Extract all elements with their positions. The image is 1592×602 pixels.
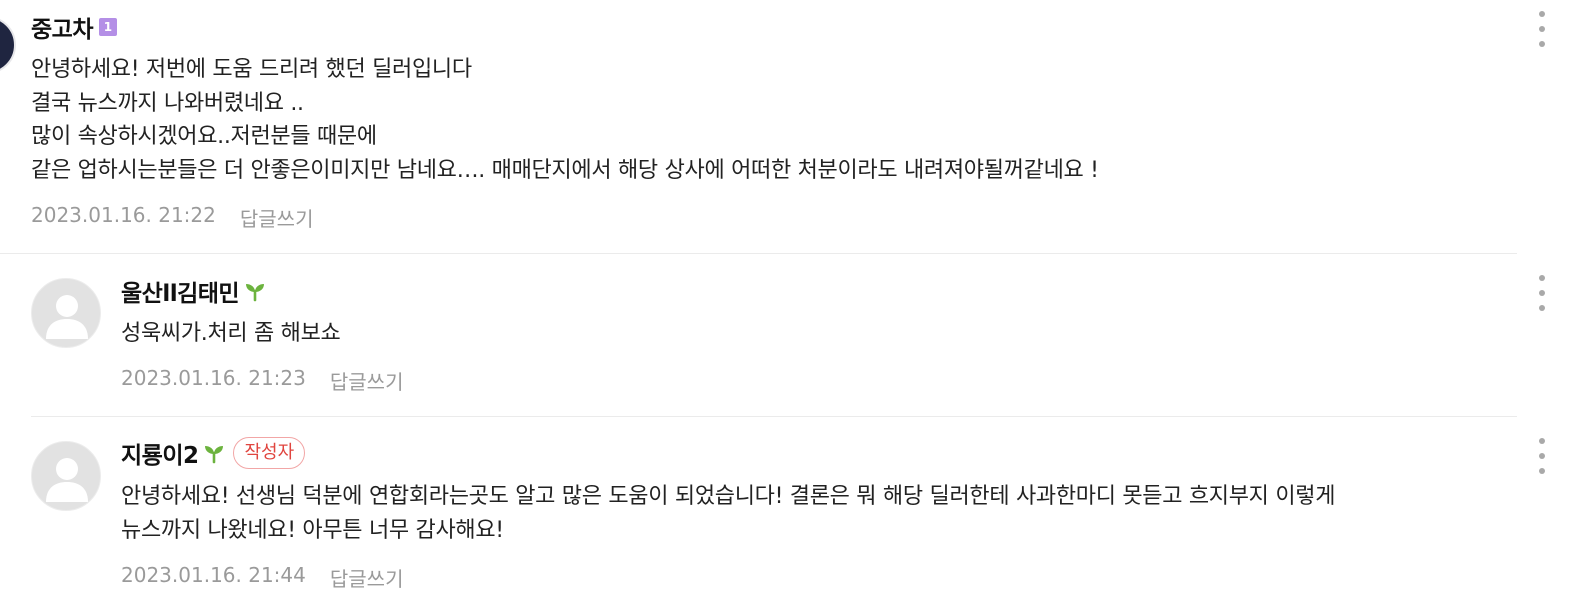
nickname[interactable]: 지룡이2	[121, 436, 199, 470]
comment-item: 울산ll김태민 성욱씨가.처리 좀 해보쇼 2023.01.16. 21:23 …	[0, 254, 1560, 417]
comment-text: 안녕하세요! 선생님 덕분에 연합회라는곳도 알고 많은 도움이 되었습니다! …	[121, 484, 1336, 543]
comment-meta: 2023.01.16. 21:44 답글쓰기	[121, 563, 403, 592]
comment-text: 안녕하세요! 저번에 도움 드리려 했던 딜러입니다 결국 뉴스까지 나와버렸네…	[31, 57, 1099, 183]
comment-header: 중고차 1	[31, 10, 117, 44]
comment-date: 2023.01.16. 21:44	[121, 563, 306, 587]
comment-header: 울산ll김태민	[121, 274, 266, 308]
comment-text: 성욱씨가.처리 좀 해보쇼	[121, 321, 341, 346]
reply-button[interactable]: 답글쓰기	[330, 366, 404, 395]
sprout-icon	[205, 446, 224, 464]
comment-item: 중고차 1 안녕하세요! 저번에 도움 드리려 했던 딜러입니다 결국 뉴스까지…	[0, 0, 1560, 254]
reply-button[interactable]: 답글쓰기	[240, 203, 314, 232]
sprout-icon	[246, 284, 265, 302]
nickname[interactable]: 울산ll김태민	[121, 274, 240, 308]
default-profile-icon	[46, 458, 88, 502]
default-profile-icon	[46, 295, 88, 339]
comment-item: 지룡이2 작성자 안녕하세요! 선생님 덕분에 연합회라는곳도 알고 많은 도움…	[0, 417, 1560, 602]
avatar[interactable]	[0, 16, 16, 74]
avatar[interactable]	[31, 441, 101, 511]
comment-date: 2023.01.16. 21:23	[121, 366, 306, 390]
author-badge: 작성자	[233, 437, 306, 469]
more-options-icon[interactable]	[1530, 438, 1554, 474]
comment-meta: 2023.01.16. 21:23 답글쓰기	[121, 366, 403, 395]
comment-header: 지룡이2 작성자	[121, 436, 306, 470]
reply-button[interactable]: 답글쓰기	[330, 563, 404, 592]
more-options-icon[interactable]	[1530, 11, 1554, 47]
comment-meta: 2023.01.16. 21:22 답글쓰기	[31, 203, 313, 232]
more-options-icon[interactable]	[1530, 275, 1554, 311]
level-badge: 1	[98, 18, 117, 36]
comment-date: 2023.01.16. 21:22	[31, 203, 216, 227]
nickname[interactable]: 중고차	[31, 10, 93, 44]
avatar[interactable]	[31, 278, 101, 348]
